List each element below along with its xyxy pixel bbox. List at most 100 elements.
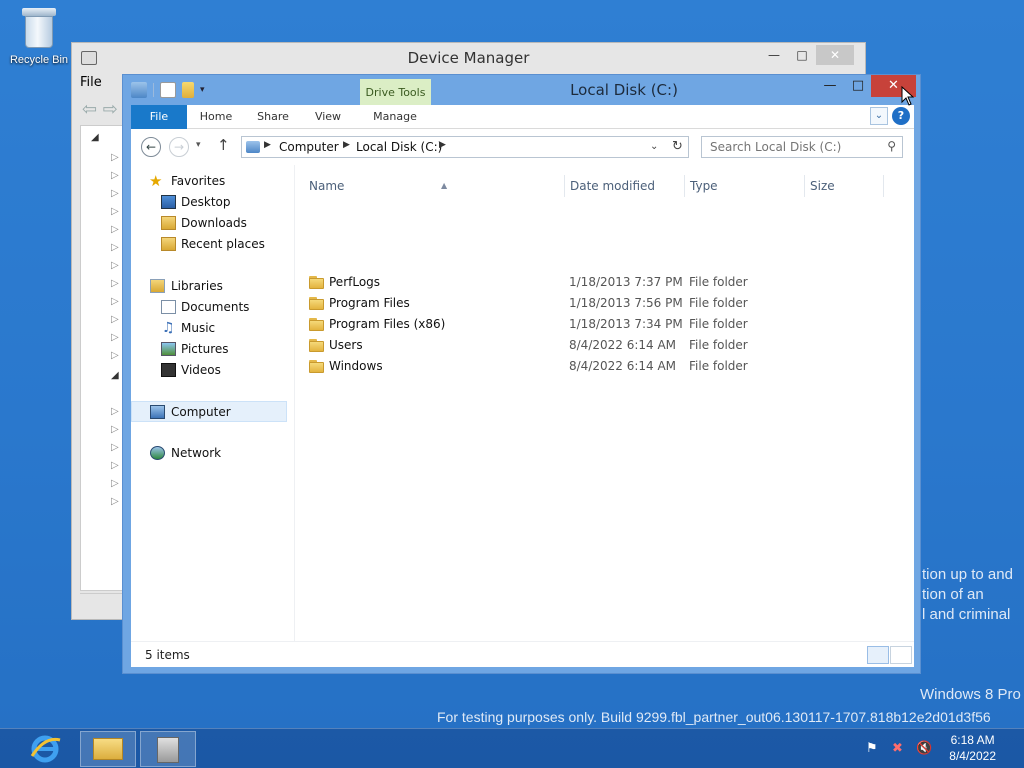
recycle-bin-desktop-icon[interactable]: Recycle Bin (6, 6, 72, 76)
network-icon (150, 446, 165, 460)
forward-button[interactable]: → (169, 137, 189, 157)
maximize-button[interactable]: □ (788, 45, 816, 65)
nav-network[interactable]: Network (131, 443, 287, 464)
nav-music-label: Music (181, 321, 216, 335)
refresh-button[interactable]: ↻ (667, 136, 689, 158)
tree-expand-icon[interactable]: ▷ (111, 406, 119, 417)
computer-icon (246, 141, 260, 153)
tab-view[interactable]: View (305, 105, 351, 129)
tree-expand-icon[interactable]: ▷ (111, 460, 119, 471)
tree-expand-icon[interactable]: ▷ (111, 332, 119, 343)
table-row[interactable]: Users 8/4/2022 6:14 AM File folder (303, 335, 898, 356)
nav-documents[interactable]: Documents (131, 297, 287, 318)
table-row[interactable]: Windows 8/4/2022 6:14 AM File folder (303, 356, 898, 377)
column-header-size[interactable]: Size (810, 175, 880, 197)
menu-file[interactable]: File (80, 75, 102, 90)
tree-expand-icon[interactable]: ▷ (111, 278, 119, 289)
folder-icon (309, 297, 324, 310)
address-bar[interactable]: ▶ Computer ▶ Local Disk (C:) ▶ ⌄ (241, 136, 689, 158)
navigation-pane[interactable]: ★ Favorites Desktop Downloads Recent pla… (131, 165, 295, 641)
maximize-button[interactable]: □ (847, 75, 869, 97)
recent-locations-icon[interactable]: ▾ (196, 140, 201, 150)
table-row[interactable]: PerfLogs 1/18/2013 7:37 PM File folder (303, 272, 898, 293)
nav-videos[interactable]: Videos (131, 360, 287, 381)
file-type: File folder (689, 296, 748, 310)
tree-expand-icon[interactable]: ▷ (111, 424, 119, 435)
tree-expand-icon[interactable]: ▷ (111, 224, 119, 235)
file-explorer-taskbar-button[interactable] (80, 731, 136, 767)
breadcrumb-separator-icon[interactable]: ▶ (439, 140, 446, 150)
nav-downloads[interactable]: Downloads (131, 213, 287, 234)
nav-documents-label: Documents (181, 300, 250, 314)
device-manager-taskbar-button[interactable] (140, 731, 196, 767)
back-button[interactable]: ← (141, 137, 161, 157)
tree-expand-icon[interactable]: ▷ (111, 188, 119, 199)
column-header-name[interactable]: Name ▲ (309, 175, 559, 197)
tree-expand-icon[interactable]: ▷ (111, 152, 119, 163)
nav-computer[interactable]: Computer (131, 401, 287, 422)
table-row[interactable]: Program Files (x86) 1/18/2013 7:34 PM Fi… (303, 314, 898, 335)
tree-expand-icon[interactable]: ▷ (111, 260, 119, 271)
tree-expand-icon[interactable]: ▷ (111, 242, 119, 253)
recent-places-icon (161, 237, 176, 251)
nav-recent-places[interactable]: Recent places (131, 234, 287, 255)
address-dropdown-icon[interactable]: ⌄ (650, 141, 658, 152)
nav-desktop[interactable]: Desktop (131, 192, 287, 213)
close-button[interactable]: ✕ (816, 45, 854, 65)
explorer-window[interactable]: ▾ Drive Tools Local Disk (C:) — □ ✕ File… (122, 74, 921, 674)
tab-home[interactable]: Home (193, 105, 239, 129)
tree-expand-icon[interactable]: ▷ (111, 206, 119, 217)
speaker-muted-icon[interactable]: 🔇 (916, 741, 932, 756)
tree-collapse-icon[interactable]: ◢ (91, 132, 99, 143)
tab-file[interactable]: File (131, 105, 187, 129)
nav-libraries[interactable]: Libraries (131, 276, 287, 297)
internet-explorer-icon[interactable] (28, 732, 62, 766)
minimize-button[interactable]: — (819, 75, 841, 97)
tree-expand-icon[interactable]: ▷ (111, 350, 119, 361)
explorer-titlebar[interactable]: ▾ Drive Tools Local Disk (C:) — □ ✕ (123, 75, 920, 107)
tree-collapse-icon[interactable]: ◢ (111, 370, 119, 381)
expand-ribbon-icon[interactable]: ⌄ (870, 107, 888, 125)
search-input[interactable] (710, 140, 870, 154)
device-manager-icon (157, 737, 179, 763)
breadcrumb-computer[interactable]: Computer (279, 140, 339, 154)
network-error-icon[interactable]: ✖ (892, 741, 903, 756)
search-icon[interactable]: ⚲ (887, 139, 896, 153)
tree-expand-icon[interactable]: ▷ (111, 170, 119, 181)
large-icons-view-icon[interactable] (890, 646, 912, 664)
nav-favorites[interactable]: ★ Favorites (131, 171, 287, 192)
folder-icon (309, 339, 324, 352)
tree-expand-icon[interactable]: ▷ (111, 442, 119, 453)
back-forward-arrows-icon[interactable]: ⇦ ⇨ (82, 99, 118, 120)
table-row[interactable]: Program Files 1/18/2013 7:56 PM File fol… (303, 293, 898, 314)
tree-expand-icon[interactable]: ▷ (111, 296, 119, 307)
sort-ascending-icon: ▲ (441, 181, 448, 190)
column-header-date-modified[interactable]: Date modified (570, 175, 680, 197)
breadcrumb-separator-icon[interactable]: ▶ (264, 140, 271, 150)
pictures-icon (161, 342, 176, 356)
help-icon[interactable]: ? (892, 107, 910, 125)
search-box[interactable]: ⚲ (701, 136, 903, 158)
details-view-icon[interactable] (867, 646, 889, 664)
tree-expand-icon[interactable]: ▷ (111, 496, 119, 507)
breadcrumb-separator-icon[interactable]: ▶ (343, 140, 350, 150)
tree-expand-icon[interactable]: ▷ (111, 314, 119, 325)
tree-expand-icon[interactable]: ▷ (111, 478, 119, 489)
file-type: File folder (689, 359, 748, 373)
file-name: PerfLogs (329, 275, 381, 289)
file-list[interactable]: Name ▲ Date modified Type Size PerfLogs … (303, 165, 914, 641)
column-header-type[interactable]: Type (690, 175, 800, 197)
breadcrumb-local-disk[interactable]: Local Disk (C:) (356, 140, 442, 154)
nav-videos-label: Videos (181, 363, 221, 377)
minimize-button[interactable]: — (760, 45, 788, 65)
action-center-flag-icon[interactable]: ⚑ (866, 741, 878, 756)
system-clock[interactable]: 6:18 AM 8/4/2022 (949, 732, 996, 764)
up-arrow-icon[interactable]: ↑ (217, 136, 230, 154)
nav-pictures[interactable]: Pictures (131, 339, 287, 360)
watermark-line-2: tion of an (922, 586, 984, 603)
tab-manage[interactable]: Manage (360, 105, 430, 129)
watermark-line-3: l and criminal (922, 606, 1011, 623)
recycle-bin-icon (22, 6, 56, 50)
nav-music[interactable]: ♫ Music (131, 318, 287, 339)
tab-share[interactable]: Share (249, 105, 297, 129)
